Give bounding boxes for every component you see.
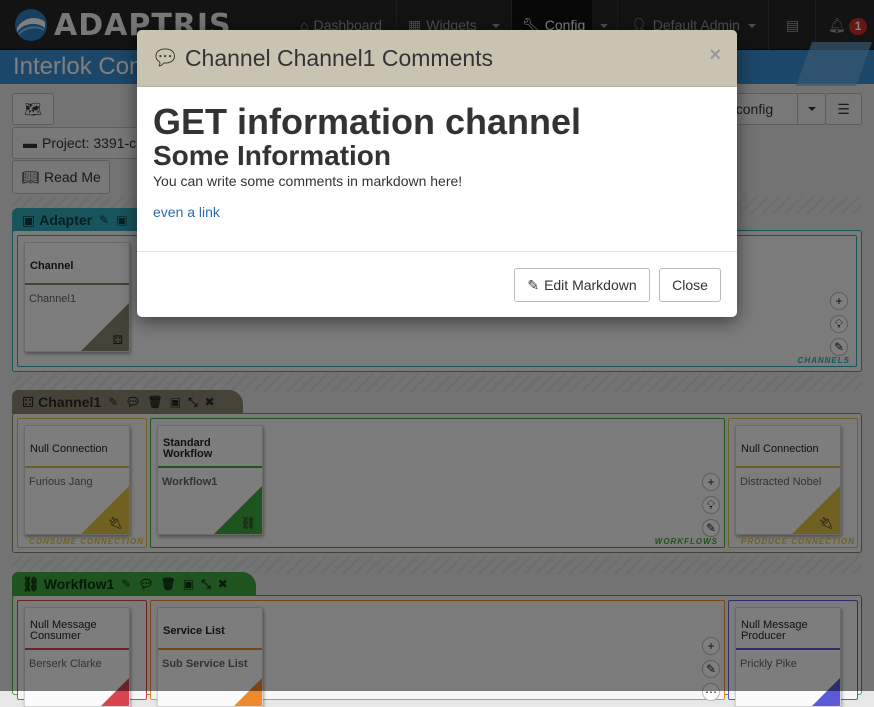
- modal-close-icon[interactable]: ×: [709, 44, 721, 67]
- modal-title: Channel Channel1 Comments: [184, 44, 494, 71]
- markdown-heading-2: Some Information: [153, 140, 392, 171]
- modal-footer: ✎ Edit Markdown Close: [137, 252, 737, 316]
- modal-body: GET information channel Some Information…: [137, 87, 737, 252]
- markdown-paragraph: You can write some comments in markdown …: [153, 173, 463, 189]
- edit-icon: ✎: [527, 276, 540, 293]
- modal-header: 💬︎ Channel Channel1 Comments ×: [137, 30, 737, 87]
- comment-icon: 💬︎: [151, 45, 179, 70]
- close-button-label: Close: [672, 277, 708, 293]
- markdown-heading-1: GET information channel: [153, 101, 582, 142]
- markdown-link[interactable]: even a link: [153, 204, 220, 220]
- edit-markdown-button[interactable]: ✎ Edit Markdown: [514, 268, 650, 302]
- comments-modal: 💬︎ Channel Channel1 Comments × GET infor…: [137, 30, 737, 317]
- close-button[interactable]: Close: [659, 268, 721, 302]
- edit-markdown-label: Edit Markdown: [544, 277, 637, 293]
